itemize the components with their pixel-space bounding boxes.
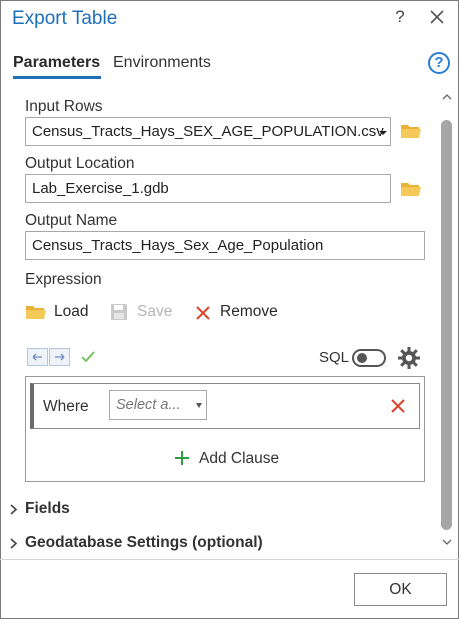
title-help-button[interactable]: ?	[392, 7, 408, 27]
remove-button[interactable]: Remove	[195, 302, 280, 324]
geodatabase-settings-section-header[interactable]: Geodatabase Settings (optional)	[10, 534, 300, 554]
expression-label: Expression	[25, 271, 102, 288]
output-location-input[interactable]: Lab_Exercise_1.gdb	[25, 174, 391, 203]
output-name-label: Output Name	[25, 212, 118, 229]
chevron-right-icon	[10, 504, 18, 515]
folder-icon[interactable]	[400, 180, 422, 198]
input-rows-dropdown[interactable]: Census_Tracts_Hays_SEX_AGE_POPULATION.cs…	[25, 117, 391, 146]
where-label: Where	[43, 398, 89, 415]
field-select-dropdown[interactable]: Select a...	[109, 390, 207, 420]
vertical-scrollbar[interactable]	[438, 90, 455, 550]
sql-toggle[interactable]	[352, 349, 386, 367]
geodatabase-settings-label: Geodatabase Settings (optional)	[25, 534, 263, 551]
active-tab-indicator	[13, 76, 101, 79]
output-location-label: Output Location	[25, 155, 135, 172]
input-rows-label: Input Rows	[25, 98, 103, 115]
expression-mode-toggle[interactable]	[27, 348, 71, 366]
delete-clause-icon[interactable]	[390, 398, 406, 414]
remove-label: Remove	[220, 303, 278, 320]
scroll-up-icon[interactable]	[442, 93, 452, 100]
save-label: Save	[137, 303, 173, 320]
chevron-down-icon[interactable]	[378, 128, 388, 138]
save-button[interactable]: Save	[110, 302, 172, 324]
plus-icon	[175, 451, 189, 465]
load-button[interactable]: Load	[25, 302, 90, 324]
add-clause-button[interactable]: Add Clause	[174, 449, 284, 471]
save-disk-icon	[111, 304, 127, 320]
chevron-right-icon	[10, 538, 18, 549]
sql-toggle-knob	[357, 353, 367, 363]
output-name-input[interactable]: Census_Tracts_Hays_Sex_Age_Population	[25, 231, 425, 260]
title-bar: Export Table ?	[0, 0, 459, 40]
folder-open-icon	[26, 306, 46, 319]
chevron-down-icon	[196, 403, 202, 408]
field-select-placeholder: Select a...	[116, 397, 181, 413]
load-label: Load	[54, 303, 89, 320]
gear-icon[interactable]	[397, 346, 421, 370]
dialog-title: Export Table	[12, 8, 118, 29]
scroll-down-icon[interactable]	[442, 539, 452, 546]
close-icon[interactable]	[428, 8, 446, 26]
folder-icon[interactable]	[400, 122, 422, 140]
sql-label: SQL	[319, 349, 350, 366]
help-circle-icon[interactable]: ?	[428, 52, 450, 74]
tab-environments[interactable]: Environments	[113, 54, 211, 72]
scrollbar-thumb[interactable]	[441, 120, 452, 530]
check-icon[interactable]	[80, 350, 96, 364]
tab-parameters[interactable]: Parameters	[13, 54, 100, 72]
ok-button[interactable]: OK	[354, 573, 447, 606]
footer-divider	[0, 559, 459, 560]
add-clause-label: Add Clause	[199, 450, 280, 467]
fields-section-header[interactable]: Fields	[10, 500, 90, 520]
fields-section-label: Fields	[25, 500, 70, 517]
remove-x-icon	[196, 306, 210, 320]
